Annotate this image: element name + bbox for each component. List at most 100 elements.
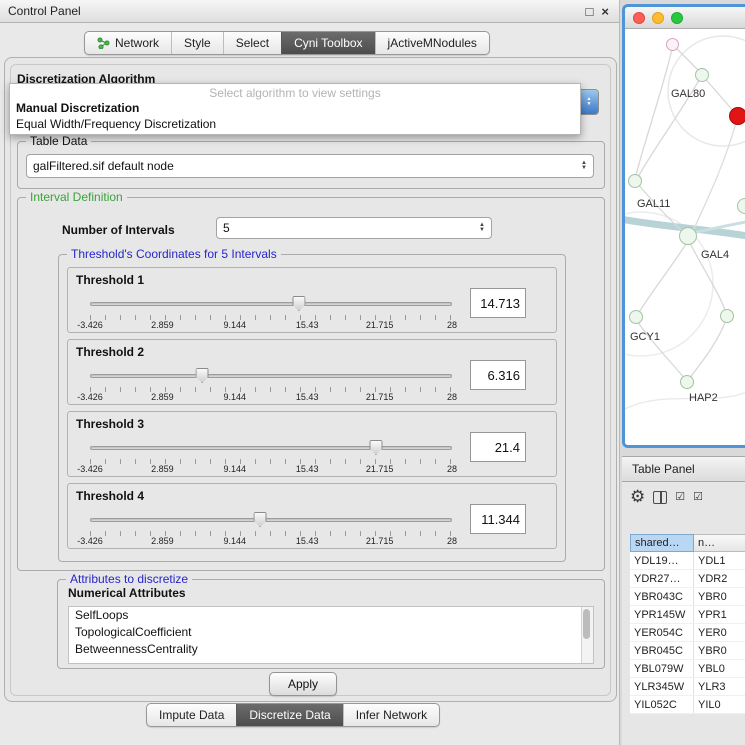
tab-jactivemnodules[interactable]: jActiveMNodules [375,32,489,54]
gear-icon[interactable]: ⚙ [630,488,645,506]
table-cell[interactable]: YLR345W [630,678,694,695]
network-node-label[interactable]: GAL4 [701,249,729,261]
table-cell[interactable]: YER054C [630,624,694,641]
cyni-toolbox-panel: Discretization Algorithm ▲▼ Select algor… [4,57,617,702]
table-cell[interactable]: YER0 [694,624,745,641]
tab-infer-network[interactable]: Infer Network [343,704,439,726]
slider-thumb[interactable] [254,512,267,527]
table-cell[interactable]: YPR1 [694,606,745,623]
apply-button[interactable]: Apply [269,672,337,696]
network-node[interactable] [628,174,642,188]
combo-stepper-icon[interactable]: ▲▼ [580,90,598,114]
table-row[interactable]: YBL079W YBL0 [630,660,745,678]
table-cell[interactable]: YDL1 [694,552,745,569]
threshold-2-slider[interactable] [90,368,452,384]
network-view-window: GAL80 GAL11 GAL4 GCY1 HAP2 [622,4,745,448]
control-panel-titlebar[interactable]: Control Panel □ × [0,0,619,23]
close-traffic-light-icon[interactable] [633,12,645,24]
slider-thumb[interactable] [292,296,305,311]
table-cell[interactable]: YIL052C [630,696,694,713]
scrollbar-thumb[interactable] [583,609,590,639]
network-node[interactable] [680,375,694,389]
table-data-combo[interactable]: galFiltered.sif default node ▲▼ [26,154,594,178]
network-icon [97,37,110,49]
dropdown-option-equal-width[interactable]: Equal Width/Frequency Discretization [10,116,580,132]
number-of-intervals-combo[interactable]: 5 ▲▼ [216,217,492,239]
table-cell[interactable]: YBR0 [694,588,745,605]
slider-track[interactable] [90,374,452,378]
network-canvas[interactable]: GAL80 GAL11 GAL4 GCY1 HAP2 [625,29,745,445]
checkbox-icon[interactable]: ☑ [693,491,703,503]
list-item[interactable]: TopologicalCoefficient [69,624,593,641]
table-cell[interactable]: YDR2 [694,570,745,587]
table-cell[interactable]: YDR27… [630,570,694,587]
table-cell[interactable]: YIL0 [694,696,745,713]
zoom-traffic-light-icon[interactable] [671,12,683,24]
tab-cyni-toolbox[interactable]: Cyni Toolbox [281,32,374,54]
list-item[interactable]: BetweennessCentrality [69,641,593,658]
threshold-3-slider[interactable] [90,440,452,456]
table-row[interactable]: YLR345W YLR3 [630,678,745,696]
tab-impute-data[interactable]: Impute Data [147,704,236,726]
network-node[interactable] [679,227,697,245]
network-node[interactable] [629,310,643,324]
column-header-shared-name[interactable]: shared… [630,534,694,552]
minimize-traffic-light-icon[interactable] [652,12,664,24]
tab-style[interactable]: Style [171,32,223,54]
network-node[interactable] [720,309,734,323]
tab-select[interactable]: Select [223,32,281,54]
table-row[interactable]: YDR27… YDR2 [630,570,745,588]
table-cell[interactable]: YBR043C [630,588,694,605]
table-row[interactable]: YBR045C YBR0 [630,642,745,660]
scale-label: 21.715 [366,464,394,474]
network-node-label[interactable]: GCY1 [630,331,660,343]
slider-thumb[interactable] [369,440,382,455]
table-cell[interactable]: YLR3 [694,678,745,695]
float-window-icon[interactable]: □ [586,5,594,18]
threshold-1-value-field[interactable]: 14.713 [470,288,526,318]
table-row[interactable]: YIL052C YIL0 [630,696,745,714]
slider-track[interactable] [90,518,452,522]
checkbox-icon[interactable]: ☑ [675,491,685,503]
network-node[interactable] [666,38,679,51]
table-cell[interactable]: YDL19… [630,552,694,569]
table-row[interactable]: YDL19… YDL1 [630,552,745,570]
network-node-label[interactable]: GAL80 [671,88,705,100]
network-node-label[interactable]: HAP2 [689,392,718,404]
threshold-4-slider[interactable] [90,512,452,528]
table-cell[interactable]: YBL0 [694,660,745,677]
table-row[interactable]: YBR043C YBR0 [630,588,745,606]
column-header-name[interactable]: n… [694,534,745,552]
network-node-selected[interactable] [729,107,745,125]
table-row[interactable]: YER054C YER0 [630,624,745,642]
threshold-4-value-field[interactable]: 11.344 [470,504,526,534]
dropdown-option-manual[interactable]: Manual Discretization [10,100,580,116]
columns-icon[interactable] [653,491,667,504]
table-cell[interactable]: YBR0 [694,642,745,659]
threshold-3-value-field[interactable]: 21.4 [470,432,526,462]
tab-network[interactable]: Network [85,32,171,54]
threshold-1-slider[interactable] [90,296,452,312]
network-window-titlebar[interactable] [625,7,745,29]
scale-label: 21.715 [366,320,394,330]
table-cell[interactable]: YBR045C [630,642,694,659]
table-row[interactable]: YPR145W YPR1 [630,606,745,624]
threshold-2-panel: Threshold 2 -3.426 2.859 9.144 15.43 21.… [67,339,557,405]
list-item[interactable]: SelfLoops [69,607,593,624]
table-cell[interactable]: YBL079W [630,660,694,677]
table-data-group-label: Table Data [26,134,91,148]
slider-track[interactable] [90,302,452,306]
tab-impute-data-label: Impute Data [159,708,224,722]
network-node[interactable] [695,68,709,82]
tab-infer-network-label: Infer Network [356,708,427,722]
threshold-2-value-field[interactable]: 6.316 [470,360,526,390]
table-cell[interactable]: YPR145W [630,606,694,623]
table-panel-header[interactable]: Table Panel [622,456,745,482]
scrollbar[interactable] [581,607,593,663]
slider-track[interactable] [90,446,452,450]
slider-thumb[interactable] [196,368,209,383]
number-of-intervals-value: 5 [223,221,230,235]
network-node-label[interactable]: GAL11 [637,198,670,210]
close-icon[interactable]: × [601,5,609,18]
tab-discretize-data[interactable]: Discretize Data [236,704,342,726]
